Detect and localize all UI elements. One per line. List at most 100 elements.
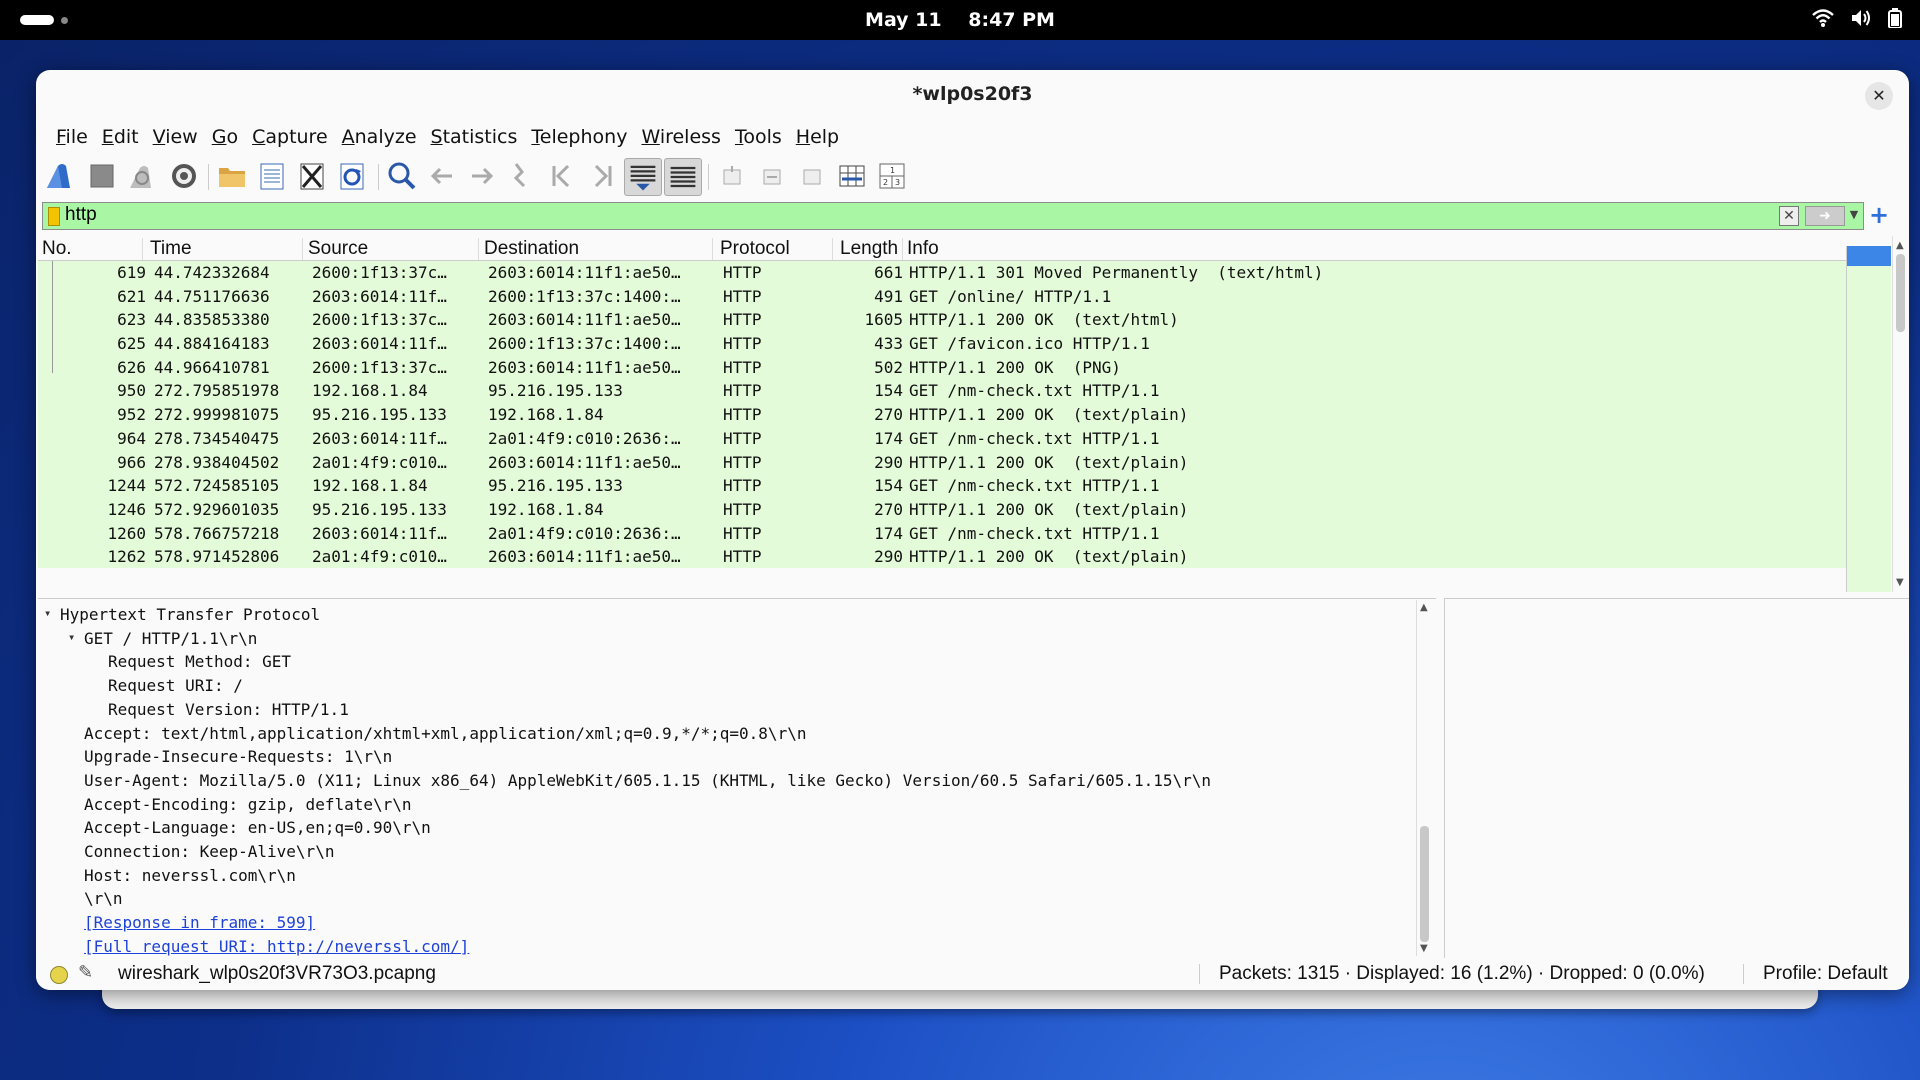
menu-statistics[interactable]: Statistics (424, 120, 525, 154)
expand-toggle-icon[interactable]: ▾ (44, 606, 58, 620)
table-row[interactable]: 952 272.999981075 95.216.195.133 192.168.1.… (38, 403, 1848, 427)
capture-file-name: wireshark_wlp0s20f3VR73O3.pcapng (118, 963, 436, 984)
normal-size-icon[interactable] (796, 160, 828, 192)
autoscroll-toggle[interactable] (624, 158, 662, 196)
last-packet-icon[interactable] (586, 160, 618, 192)
menu-tools[interactable]: Tools (728, 120, 789, 154)
detail-link[interactable]: [Full request URI: http://neverssl.com/] (84, 937, 469, 956)
scroll-down-arrow-icon[interactable]: ▼ (1896, 577, 1904, 588)
packet-time: 272.795851978 (154, 381, 280, 401)
table-row[interactable]: 619 44.742332684 2600:1f13:37c… 2603:6014:1… (38, 261, 1848, 285)
table-row[interactable]: 964 278.734540475 2603:6014:11f… 2a01:4f9:c… (38, 427, 1848, 451)
detail-line[interactable]: ▾ Hypertext Transfer Protocol (44, 605, 320, 624)
status-separator (1199, 964, 1200, 984)
detail-line[interactable]: Request Version: HTTP/1.1 (108, 700, 349, 719)
table-row[interactable]: 1246 572.929601035 95.216.195.133 192.168.1… (38, 498, 1848, 522)
zoom-out-icon[interactable] (756, 160, 788, 192)
packet-protocol: HTTP (723, 263, 762, 282)
detail-link[interactable]: [Response in frame: 599] (84, 913, 315, 932)
close-window-button[interactable]: ✕ (1865, 82, 1893, 110)
column-header-destination[interactable]: Destination (484, 238, 713, 260)
column-header-protocol[interactable]: Protocol (720, 238, 833, 260)
table-row[interactable]: 966 278.938404502 2a01:4f9:c010… 2603:6014:… (38, 451, 1848, 475)
scroll-up-arrow-icon[interactable]: ▲ (1896, 240, 1904, 251)
menu-go[interactable]: Go (205, 120, 245, 154)
detail-line[interactable]: User-Agent: Mozilla/5.0 (X11; Linux x86_… (84, 771, 1211, 790)
menu-wireless[interactable]: Wireless (634, 120, 728, 154)
detail-line[interactable]: Host: neverssl.com\r\n (84, 866, 296, 885)
table-row[interactable]: 625 44.884164183 2603:6014:11f… 2600:1f13:3… (38, 332, 1848, 356)
capture-options-icon[interactable] (168, 160, 200, 192)
column-header-time[interactable]: Time (150, 238, 303, 260)
system-tray[interactable] (1812, 8, 1902, 28)
column-header-no[interactable]: No. (42, 238, 143, 260)
packet-bytes-pane[interactable] (1444, 598, 1909, 959)
menu-view[interactable]: View (146, 120, 205, 154)
menu-help[interactable]: Help (789, 120, 846, 154)
scroll-up-arrow-icon[interactable]: ▲ (1420, 602, 1428, 613)
zoom-in-icon[interactable] (716, 160, 748, 192)
table-row[interactable]: 1260 578.766757218 2603:6014:11f… 2a01:4f9:… (38, 522, 1848, 546)
go-back-icon[interactable] (426, 160, 458, 192)
go-to-packet-icon[interactable] (506, 160, 538, 192)
detail-line[interactable]: Request URI: / (108, 676, 243, 695)
table-row[interactable]: 1262 578.971452806 2a01:4f9:c010… 2603:6014… (38, 545, 1848, 569)
table-row[interactable]: 621 44.751176636 2603:6014:11f… 2600:1f13:3… (38, 285, 1848, 309)
packet-list-scrollbar[interactable]: ▲ ▼ (1892, 236, 1909, 592)
detail-line[interactable]: \r\n (84, 889, 123, 908)
display-filter-input[interactable] (65, 204, 1445, 226)
detail-line[interactable]: Accept: text/html,application/xhtml+xml,… (84, 724, 806, 743)
scroll-thumb[interactable] (1896, 254, 1905, 332)
close-file-icon[interactable] (296, 160, 328, 192)
table-row[interactable]: 950 272.795851978 192.168.1.84 95.216.195.1… (38, 379, 1848, 403)
column-header-source[interactable]: Source (308, 238, 479, 260)
restart-capture-icon[interactable] (126, 160, 158, 192)
apply-filter-icon[interactable]: ➜ (1805, 206, 1845, 226)
detail-line[interactable]: Accept-Language: en-US,en;q=0.90\r\n (84, 818, 431, 837)
clock[interactable]: May 11 8:47 PM (0, 9, 1920, 31)
menu-capture[interactable]: Capture (245, 120, 335, 154)
details-scrollbar[interactable]: ▲ ▼ (1416, 600, 1433, 956)
find-packet-icon[interactable] (386, 160, 418, 192)
packet-list-header: No. Time Source Destination Protocol Len… (38, 236, 1848, 261)
start-capture-icon[interactable] (44, 160, 76, 192)
detail-line[interactable]: Connection: Keep-Alive\r\n (84, 842, 334, 861)
profile-selector[interactable]: Profile: Default (1763, 963, 1888, 985)
title-bar[interactable]: *wlp0s20f3 ✕ (36, 70, 1909, 118)
packet-destination: 95.216.195.133 (488, 381, 623, 401)
menu-edit[interactable]: Edit (95, 120, 146, 154)
expand-toggle-icon[interactable]: ▾ (68, 630, 82, 644)
detail-line[interactable]: ▾ GET / HTTP/1.1\r\n (68, 629, 257, 648)
capture-comment-icon[interactable]: ✎ (78, 962, 93, 983)
table-row[interactable]: 623 44.835853380 2600:1f13:37c… 2603:6014:1… (38, 308, 1848, 332)
packet-number: 621 (117, 286, 146, 306)
detail-line[interactable]: Request Method: GET (108, 652, 291, 671)
open-file-icon[interactable] (216, 160, 248, 192)
menu-telephony[interactable]: Telephony (524, 120, 634, 154)
detail-line[interactable]: Accept-Encoding: gzip, deflate\r\n (84, 795, 412, 814)
packet-minimap[interactable] (1846, 246, 1891, 592)
clear-filter-icon[interactable]: ✕ (1779, 206, 1799, 226)
stop-capture-icon[interactable] (86, 160, 118, 192)
menu-analyze[interactable]: Analyze (335, 120, 424, 154)
save-file-icon[interactable] (256, 160, 288, 192)
colorize-toggle[interactable] (664, 158, 702, 196)
add-filter-button-icon[interactable]: + (1869, 201, 1889, 229)
resize-columns-icon[interactable] (836, 160, 868, 192)
layout-icon[interactable]: 12 3 (876, 160, 908, 192)
column-header-info[interactable]: Info (907, 238, 1807, 260)
scroll-thumb[interactable] (1420, 826, 1429, 942)
reload-file-icon[interactable] (336, 160, 368, 192)
table-row[interactable]: 1244 572.724585105 192.168.1.84 95.216.195.… (38, 474, 1848, 498)
scroll-down-arrow-icon[interactable]: ▼ (1420, 943, 1428, 954)
column-header-length[interactable]: Length (840, 238, 903, 260)
first-packet-icon[interactable] (546, 160, 578, 192)
system-top-bar: May 11 8:47 PM (0, 0, 1920, 40)
table-row[interactable]: 626 44.966410781 2600:1f13:37c… 2603:6014:1… (38, 356, 1848, 380)
filter-bookmark-icon[interactable] (48, 207, 60, 226)
menu-file[interactable]: File (49, 120, 95, 154)
expert-info-indicator-icon[interactable] (50, 966, 68, 984)
go-forward-icon[interactable] (466, 160, 498, 192)
filter-history-dropdown-icon[interactable]: ▼ (1847, 206, 1861, 224)
detail-line[interactable]: Upgrade-Insecure-Requests: 1\r\n (84, 747, 392, 766)
